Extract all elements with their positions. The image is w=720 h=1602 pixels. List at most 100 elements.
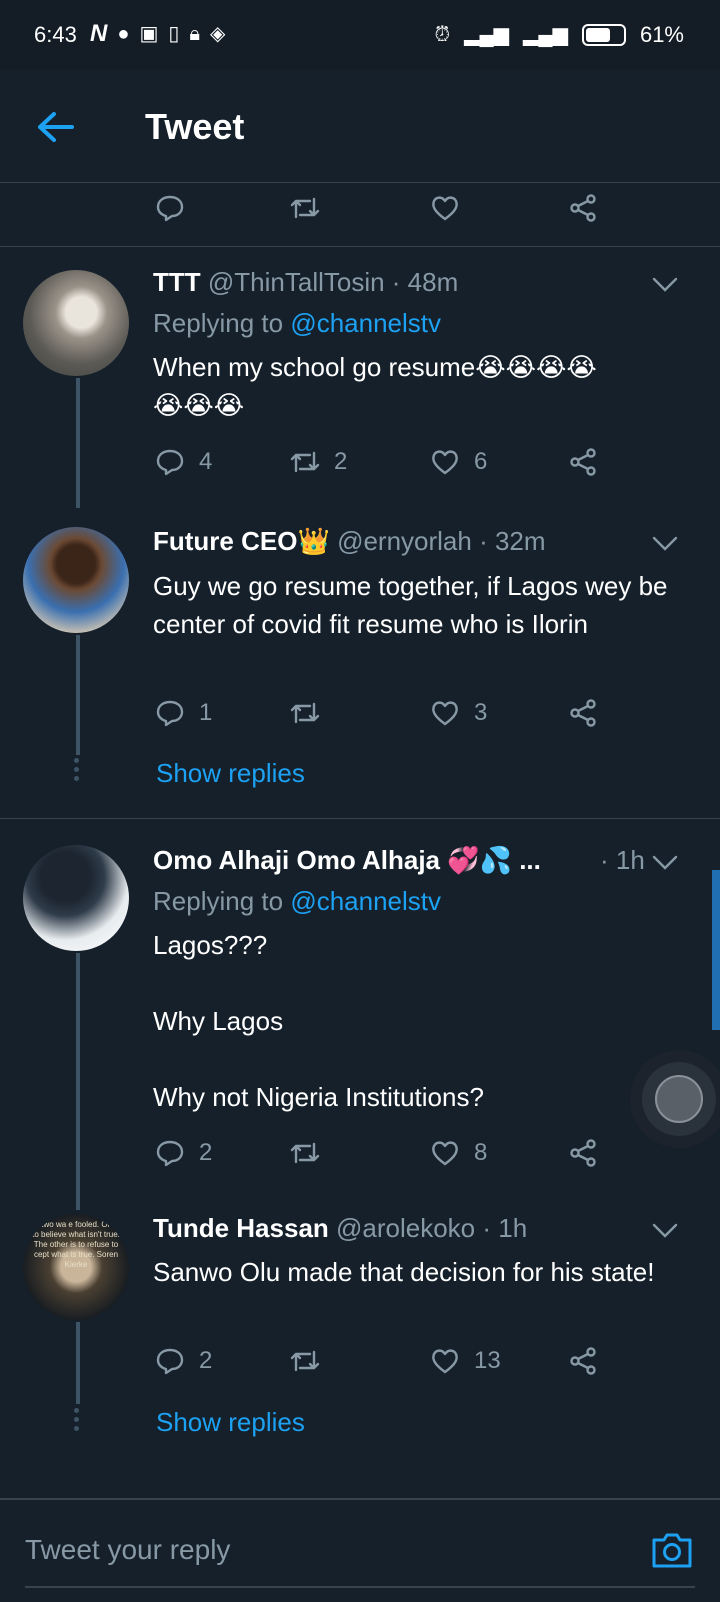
page-title: Tweet bbox=[145, 106, 245, 147]
chevron-down-icon[interactable] bbox=[652, 855, 678, 871]
reply-input[interactable]: Tweet your reply bbox=[25, 1534, 230, 1566]
retweet-icon bbox=[290, 702, 320, 724]
retweet-button[interactable] bbox=[290, 193, 320, 223]
compose-underline bbox=[25, 1586, 695, 1588]
show-replies-link[interactable]: Show replies bbox=[156, 1407, 305, 1438]
share-icon bbox=[570, 448, 596, 476]
reply-icon bbox=[156, 700, 184, 727]
like-count: 8 bbox=[474, 1139, 488, 1166]
lock-icon: 🔒︎ bbox=[189, 23, 200, 45]
avatar-tunde-hassan[interactable]: are two wa e fooled. One is to believe w… bbox=[23, 1214, 129, 1320]
thread-line bbox=[76, 1322, 80, 1404]
share-button[interactable] bbox=[568, 1346, 598, 1376]
tweet-author: Omo Alhaji Omo Alhaja 💞💦 ... bbox=[153, 845, 541, 876]
tweet-text: Guy we go resume together, if Lagos wey … bbox=[153, 571, 668, 639]
scrollbar[interactable] bbox=[712, 870, 720, 1030]
tweet-text: When my school go resume😭😭😭😭 😭😭😭 bbox=[153, 352, 597, 420]
display-name[interactable]: TTT bbox=[153, 267, 201, 297]
avatar-omo-alhaji[interactable] bbox=[23, 845, 129, 951]
battery-percent: 61% bbox=[639, 22, 684, 47]
like-button[interactable]: 6 bbox=[430, 447, 487, 477]
heart-icon bbox=[432, 196, 458, 221]
reply-icon bbox=[156, 449, 184, 476]
signal-icon: ▂▄▆ bbox=[464, 24, 510, 46]
display-name[interactable]: Future CEO👑 bbox=[153, 526, 330, 556]
heart-icon bbox=[432, 1349, 458, 1374]
retweet-button[interactable] bbox=[290, 1138, 320, 1168]
reply-button[interactable]: 2 bbox=[155, 1346, 212, 1376]
share-button[interactable] bbox=[568, 193, 598, 223]
reply-count: 2 bbox=[199, 1139, 213, 1166]
chevron-down-icon[interactable] bbox=[652, 1223, 678, 1239]
retweet-icon bbox=[290, 1350, 320, 1372]
assistive-touch-icon bbox=[655, 1075, 703, 1123]
reply-count: 2 bbox=[199, 1347, 213, 1374]
avatar-ttt[interactable] bbox=[23, 270, 129, 376]
display-name[interactable]: Tunde Hassan bbox=[153, 1213, 329, 1243]
replying-to-link[interactable]: @channelstv bbox=[290, 308, 441, 338]
thread-line bbox=[76, 635, 80, 755]
share-icon bbox=[570, 1139, 596, 1167]
handle-time: @arolekoko · 1h bbox=[336, 1213, 528, 1243]
retweet-button[interactable] bbox=[290, 698, 320, 728]
n-icon: N bbox=[90, 20, 108, 47]
tweet-author: TTT @ThinTallTosin · 48m bbox=[153, 267, 458, 298]
reply-compose-bar: Tweet your reply bbox=[0, 1498, 720, 1602]
camera-icon[interactable] bbox=[650, 1530, 694, 1570]
tweet-time: · 1h bbox=[600, 845, 645, 876]
tweet-author: Tunde Hassan @arolekoko · 1h bbox=[153, 1213, 527, 1244]
reply-count: 4 bbox=[199, 448, 213, 475]
back-arrow-icon[interactable] bbox=[36, 110, 76, 144]
signal2-icon: ▂▄▆ bbox=[523, 24, 568, 46]
like-button[interactable]: 13 bbox=[430, 1346, 501, 1376]
reply-count: 1 bbox=[199, 699, 213, 726]
like-button[interactable]: 8 bbox=[430, 1138, 487, 1168]
status-time: 6:43 bbox=[34, 22, 77, 47]
retweet-button[interactable] bbox=[290, 1346, 320, 1376]
layers-icon: ◈ bbox=[210, 23, 226, 45]
status-bar: 6:43 N ● ▣ ▯ 🔒︎ ◈ ⏰︎ ▂▄▆ ▂▄▆ 61% bbox=[0, 0, 720, 70]
sim-icon: ▯ bbox=[168, 23, 180, 45]
avatar-future-ceo[interactable] bbox=[23, 527, 129, 633]
divider bbox=[0, 818, 720, 819]
share-icon bbox=[570, 699, 596, 727]
like-button[interactable] bbox=[430, 193, 460, 223]
retweet-icon bbox=[290, 451, 320, 473]
avatar-quote-text: are two wa e fooled. One is to believe w… bbox=[27, 1220, 125, 1269]
reply-button[interactable]: 2 bbox=[155, 1138, 212, 1168]
chevron-down-icon[interactable] bbox=[652, 536, 678, 552]
reply-button[interactable]: 4 bbox=[155, 447, 212, 477]
share-button[interactable] bbox=[568, 1138, 598, 1168]
retweet-icon bbox=[290, 1142, 320, 1164]
chevron-down-icon[interactable] bbox=[652, 277, 678, 293]
heart-icon bbox=[432, 450, 458, 475]
thread-dots bbox=[74, 1408, 80, 1435]
divider bbox=[0, 246, 720, 247]
retweet-button[interactable]: 2 bbox=[290, 447, 347, 477]
handle-time: @ernyorlah · 32m bbox=[337, 526, 546, 556]
heart-icon bbox=[432, 701, 458, 726]
image-icon: ▣ bbox=[139, 23, 159, 45]
like-count: 13 bbox=[474, 1347, 501, 1374]
tweet-text: Sanwo Olu made that decision for his sta… bbox=[153, 1257, 655, 1287]
replying-to: Replying to @channelstv bbox=[153, 308, 442, 338]
heart-icon bbox=[432, 1141, 458, 1166]
reply-button[interactable]: 1 bbox=[155, 698, 212, 728]
reply-button[interactable] bbox=[155, 193, 185, 223]
battery-icon bbox=[581, 24, 626, 46]
share-button[interactable] bbox=[568, 698, 598, 728]
assistive-touch-button[interactable] bbox=[642, 1062, 716, 1136]
like-button[interactable]: 3 bbox=[430, 698, 487, 728]
reply-icon bbox=[156, 1348, 184, 1375]
display-name[interactable]: Omo Alhaji Omo Alhaja 💞💦 ... bbox=[153, 845, 541, 875]
replying-to: Replying to @channelstv bbox=[153, 886, 442, 916]
top-bar: Tweet bbox=[0, 70, 720, 183]
replying-to-link[interactable]: @channelstv bbox=[290, 886, 441, 916]
show-replies-link[interactable]: Show replies bbox=[156, 758, 305, 789]
share-button[interactable] bbox=[568, 447, 598, 477]
reply-icon bbox=[156, 195, 184, 222]
thread-line bbox=[76, 953, 80, 1210]
chat-icon: ● bbox=[117, 23, 130, 45]
reply-icon bbox=[156, 1140, 184, 1167]
share-icon bbox=[570, 1347, 596, 1375]
